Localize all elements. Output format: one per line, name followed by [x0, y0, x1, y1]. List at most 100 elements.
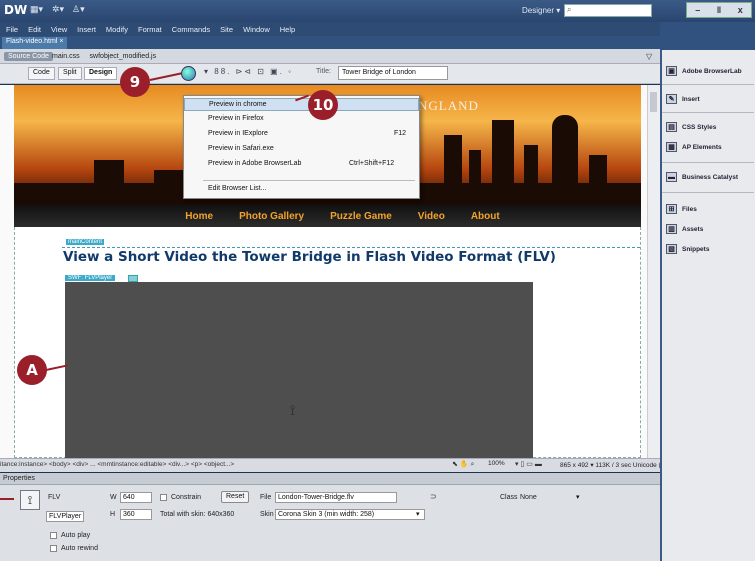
- nav-puzzle-game[interactable]: Puzzle Game: [330, 211, 392, 222]
- step-9-callout: 9: [120, 67, 150, 97]
- auto-play-checkbox[interactable]: [50, 532, 57, 539]
- auto-play-label: Auto play: [61, 532, 91, 539]
- select-pointer-icon[interactable]: ⬉ ✋ ⌕: [452, 460, 474, 469]
- menu-insert[interactable]: Insert: [77, 25, 96, 34]
- window-size-icons[interactable]: ▾ ▯ ▭ ▬: [515, 460, 542, 468]
- panel-insert[interactable]: ✎ Insert: [666, 90, 752, 108]
- snippets-icon: ▧: [666, 244, 677, 254]
- swf-toggle-icon[interactable]: [128, 275, 138, 282]
- callout-pointer: [0, 498, 14, 500]
- source-code-button[interactable]: Source Code: [4, 52, 53, 61]
- panel-browserlab[interactable]: ▣ Adobe BrowserLab: [666, 62, 752, 80]
- help-search-input[interactable]: ⌕: [564, 4, 652, 17]
- document-title-input[interactable]: Tower Bridge of London: [338, 66, 448, 80]
- panel-snippets[interactable]: ▧ Snippets: [666, 240, 752, 258]
- auto-rewind-label: Auto rewind: [61, 545, 98, 552]
- extend-icon[interactable]: ✲▾: [52, 4, 64, 15]
- preview-iexplore-item[interactable]: Preview in IExplore F12: [184, 128, 419, 141]
- panel-ap-elements[interactable]: ▦ AP Elements: [666, 138, 752, 156]
- panel-business-catalyst[interactable]: ▬ Business Catalyst: [666, 168, 752, 186]
- swf-object-tag[interactable]: SWF: FLVPlayer: [65, 275, 116, 281]
- menu-commands[interactable]: Commands: [172, 25, 210, 34]
- menu-edit[interactable]: Edit: [28, 25, 41, 34]
- assets-icon: ▥: [666, 224, 677, 234]
- close-button[interactable]: x: [738, 5, 743, 15]
- auto-rewind-checkbox[interactable]: [50, 545, 57, 552]
- design-view-button[interactable]: Design: [84, 67, 118, 80]
- site-navigation: Home Photo Gallery Puzzle Game Video Abo…: [14, 205, 641, 227]
- object-name-input[interactable]: FLVPlayer: [46, 511, 84, 522]
- nav-home[interactable]: Home: [185, 211, 213, 222]
- constrain-checkbox[interactable]: [160, 494, 167, 501]
- menu-modify[interactable]: Modify: [106, 25, 128, 34]
- menu-window[interactable]: Window: [243, 25, 270, 34]
- minimize-button[interactable]: –: [695, 5, 700, 15]
- panel-separator: [662, 192, 754, 193]
- skin-dropdown-icon[interactable]: ▾: [416, 510, 420, 518]
- menu-file[interactable]: File: [6, 25, 18, 34]
- page-headline[interactable]: View a Short Video the Tower Bridge in F…: [63, 249, 556, 265]
- flash-video-icon: ⟟: [290, 402, 296, 418]
- preview-chrome-item[interactable]: Preview in chrome: [184, 98, 419, 111]
- properties-title: Properties: [3, 475, 35, 482]
- properties-header: [0, 473, 660, 485]
- zoom-level-select[interactable]: 100%: [488, 460, 505, 467]
- step-a-callout: A: [17, 355, 47, 385]
- preview-safari-item[interactable]: Preview in Safari.exe: [184, 143, 419, 156]
- menu-bar: File Edit View Insert Modify Format Comm…: [0, 22, 660, 36]
- skin-select[interactable]: Corona Skin 3 (min width: 258): [275, 509, 425, 520]
- panel-separator: [662, 84, 754, 85]
- vertical-scrollbar[interactable]: [647, 85, 660, 458]
- filter-icon[interactable]: ▽: [646, 52, 652, 61]
- nav-video[interactable]: Video: [418, 211, 445, 222]
- class-dropdown-icon[interactable]: ▾: [576, 493, 580, 501]
- search-icon: ⌕: [567, 5, 572, 14]
- browserlab-icon: ▣: [666, 66, 677, 76]
- document-tab[interactable]: Flash-video.html ×: [2, 37, 68, 49]
- menu-separator: [203, 180, 415, 181]
- workspace-switcher[interactable]: Designer ▾: [522, 6, 560, 15]
- preview-in-browser-globe-icon[interactable]: [181, 66, 196, 81]
- file-path-input[interactable]: London-Tower-Bridge.flv: [275, 492, 397, 503]
- restore-button[interactable]: ǁ: [717, 5, 721, 15]
- nav-about[interactable]: About: [471, 211, 500, 222]
- close-tab-icon[interactable]: ×: [59, 38, 63, 45]
- flv-video-placeholder[interactable]: [65, 282, 533, 458]
- panel-files[interactable]: ⊞ Files: [666, 200, 752, 218]
- menu-view[interactable]: View: [51, 25, 67, 34]
- scrollbar-thumb[interactable]: [650, 92, 657, 112]
- menu-help[interactable]: Help: [280, 25, 295, 34]
- edit-browser-list-item[interactable]: Edit Browser List...: [184, 183, 419, 196]
- document-tab-bar: [0, 36, 660, 49]
- panel-css-styles[interactable]: ▤ CSS Styles: [666, 118, 752, 136]
- window-controls: – ǁ x: [686, 2, 752, 18]
- css-styles-icon: ▤: [666, 122, 677, 132]
- object-type-label: FLV: [48, 494, 61, 501]
- class-select[interactable]: None: [520, 494, 537, 501]
- step-10-callout: 10: [308, 90, 338, 120]
- width-label: W: [110, 494, 117, 501]
- height-input[interactable]: 360: [120, 509, 152, 520]
- layout-icon[interactable]: ▦▾: [30, 4, 43, 15]
- site-icon[interactable]: ♙▾: [72, 4, 85, 15]
- reset-size-button[interactable]: Reset: [221, 491, 250, 503]
- menu-site[interactable]: Site: [220, 25, 233, 34]
- related-files-list[interactable]: main.css swfobject_modified.js: [52, 53, 156, 60]
- code-view-button[interactable]: Code: [28, 67, 55, 80]
- nav-photo-gallery[interactable]: Photo Gallery: [239, 211, 304, 222]
- skin-label: Skin: [260, 511, 274, 518]
- editable-region-tag[interactable]: mainContent: [66, 239, 105, 245]
- tag-selector-path[interactable]: itance:instance> <body> <div> ... <mmtin…: [0, 461, 234, 468]
- file-label: File: [260, 494, 272, 501]
- menu-format[interactable]: Format: [138, 25, 162, 34]
- toolbar-icons[interactable]: ▾ 88. ⊳⊲ ⊡ ▣. ◦: [204, 67, 293, 76]
- dreamweaver-logo: DW: [4, 3, 28, 17]
- preview-firefox-item[interactable]: Preview in Firefox: [184, 113, 419, 126]
- width-input[interactable]: 640: [120, 492, 152, 503]
- split-view-button[interactable]: Split: [58, 67, 82, 80]
- preview-browserlab-item[interactable]: Preview in Adobe BrowserLab Ctrl+Shift+F1…: [184, 158, 419, 171]
- browse-folder-icon[interactable]: ⊃: [430, 492, 437, 501]
- panel-assets[interactable]: ▥ Assets: [666, 220, 752, 238]
- editable-region-outline: [62, 247, 640, 248]
- preview-in-browser-menu: Preview in chrome Preview in Firefox Pre…: [183, 95, 420, 199]
